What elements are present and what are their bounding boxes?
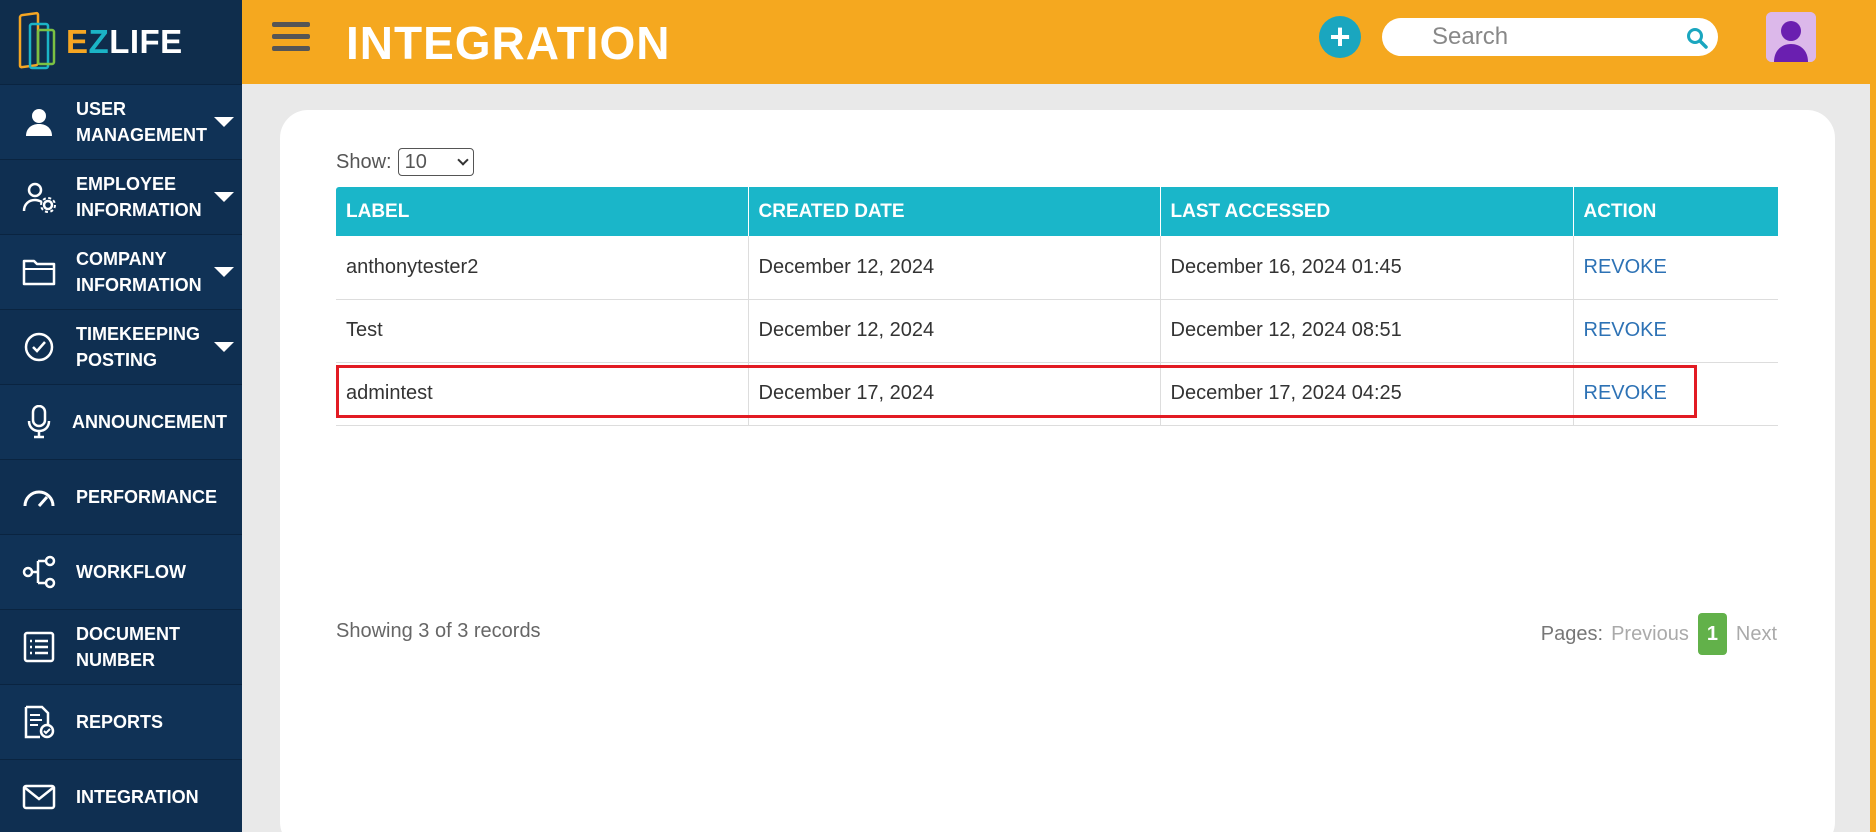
logo-mark-icon bbox=[16, 10, 60, 74]
cell-created-date: December 17, 2024 bbox=[748, 362, 1161, 426]
microphone-icon bbox=[19, 402, 59, 442]
column-header-action[interactable]: ACTION bbox=[1573, 187, 1778, 236]
chevron-down-icon[interactable] bbox=[214, 342, 234, 352]
cell-last-accessed: December 17, 2024 04:25 bbox=[1160, 362, 1574, 426]
sidebar-item-label: TIMEKEEPING POSTING bbox=[76, 324, 201, 370]
sidebar-item-label: ANNOUNCEMENT bbox=[72, 412, 227, 432]
report-icon bbox=[19, 702, 59, 742]
hamburger-menu-icon[interactable] bbox=[272, 22, 310, 56]
page-title: INTEGRATION bbox=[346, 17, 671, 69]
gauge-icon bbox=[19, 477, 59, 517]
integration-card: Show: 10 LABEL CREATED DATE LAST ACCESSE… bbox=[280, 110, 1835, 832]
table-row: Test December 12, 2024 December 12, 2024… bbox=[336, 299, 1778, 363]
search-box bbox=[1382, 18, 1718, 56]
pagination: Pages: Previous 1 Next bbox=[1541, 613, 1777, 655]
revoke-link[interactable]: REVOKE bbox=[1584, 256, 1667, 278]
folder-icon bbox=[19, 252, 59, 292]
avatar[interactable] bbox=[1766, 12, 1816, 62]
sidebar-item-document-number[interactable]: DOCUMENT NUMBER bbox=[0, 609, 242, 684]
cell-created-date: December 12, 2024 bbox=[748, 299, 1161, 363]
user-gear-icon bbox=[19, 177, 59, 217]
sidebar-item-timekeeping-posting[interactable]: TIMEKEEPING POSTING bbox=[0, 309, 242, 384]
next-page-button[interactable]: Next bbox=[1736, 623, 1777, 646]
user-icon bbox=[19, 102, 59, 142]
sidebar-item-company-information[interactable]: COMPANY INFORMATION bbox=[0, 234, 242, 309]
revoke-link[interactable]: REVOKE bbox=[1584, 382, 1667, 404]
previous-page-button[interactable]: Previous bbox=[1611, 623, 1689, 646]
chevron-down-icon[interactable] bbox=[214, 117, 234, 127]
sidebar-item-user-management[interactable]: USER MANAGEMENT bbox=[0, 84, 242, 159]
scrollbar[interactable] bbox=[1870, 84, 1876, 832]
search-icon[interactable] bbox=[1686, 27, 1708, 49]
column-header-label[interactable]: LABEL bbox=[336, 187, 749, 236]
page-size-select[interactable]: 10 bbox=[397, 148, 474, 176]
cell-label: Test bbox=[336, 299, 749, 363]
add-button[interactable]: + bbox=[1319, 16, 1361, 58]
sidebar-item-integration[interactable]: INTEGRATION bbox=[0, 759, 242, 832]
cell-last-accessed: December 16, 2024 01:45 bbox=[1160, 236, 1574, 300]
sidebar-item-reports[interactable]: REPORTS bbox=[0, 684, 242, 759]
chevron-down-icon[interactable] bbox=[214, 267, 234, 277]
sidebar-item-label: PERFORMANCE bbox=[76, 487, 218, 507]
app-logo[interactable]: EZLIFE bbox=[0, 0, 242, 84]
sidebar-item-performance[interactable]: PERFORMANCE bbox=[0, 459, 242, 534]
cell-last-accessed: December 12, 2024 08:51 bbox=[1160, 299, 1574, 363]
check-circle-icon bbox=[19, 327, 59, 367]
top-header: INTEGRATION + bbox=[242, 0, 1876, 84]
show-label: Show: bbox=[336, 150, 392, 173]
integration-table: LABEL CREATED DATE LAST ACCESSED ACTION … bbox=[336, 187, 1778, 426]
sidebar-item-label: COMPANY INFORMATION bbox=[76, 249, 202, 295]
table-row: anthonytester2 December 12, 2024 Decembe… bbox=[336, 236, 1778, 300]
column-header-created-date[interactable]: CREATED DATE bbox=[748, 187, 1161, 236]
search-input[interactable] bbox=[1382, 18, 1662, 56]
sidebar-item-employee-information[interactable]: EMPLOYEE INFORMATION bbox=[0, 159, 242, 234]
table-header-row: LABEL CREATED DATE LAST ACCESSED ACTION bbox=[336, 187, 1778, 236]
chevron-down-icon bbox=[456, 153, 469, 166]
sidebar-item-label: EMPLOYEE INFORMATION bbox=[76, 174, 202, 220]
workflow-icon bbox=[19, 552, 59, 592]
sidebar-item-workflow[interactable]: WORKFLOW bbox=[0, 534, 242, 609]
sidebar-item-label: DOCUMENT NUMBER bbox=[76, 624, 180, 670]
list-icon bbox=[19, 627, 59, 667]
revoke-link[interactable]: REVOKE bbox=[1584, 319, 1667, 341]
sidebar-item-label: INTEGRATION bbox=[76, 787, 199, 807]
sidebar: EZLIFE USER MANAGEMENT EMPLOYEE INFORMATIO… bbox=[0, 0, 242, 832]
envelope-icon bbox=[19, 777, 59, 817]
cell-action: REVOKE bbox=[1573, 299, 1778, 363]
page-size-value: 10 bbox=[404, 150, 427, 173]
sidebar-item-label: REPORTS bbox=[76, 712, 164, 732]
chevron-down-icon[interactable] bbox=[214, 192, 234, 202]
sidebar-item-label: USER MANAGEMENT bbox=[76, 99, 207, 145]
cell-action: REVOKE bbox=[1573, 236, 1778, 300]
column-header-last-accessed[interactable]: LAST ACCESSED bbox=[1160, 187, 1574, 236]
table-row: admintest December 17, 2024 December 17,… bbox=[336, 362, 1778, 426]
cell-label: anthonytester2 bbox=[336, 236, 749, 300]
records-count: Showing 3 of 3 records bbox=[336, 620, 541, 642]
cell-action: REVOKE bbox=[1573, 362, 1778, 426]
sidebar-item-announcement[interactable]: ANNOUNCEMENT bbox=[0, 384, 242, 459]
logo-text: EZLIFE bbox=[66, 23, 183, 60]
sidebar-item-label: WORKFLOW bbox=[76, 562, 186, 582]
pages-label: Pages: bbox=[1540, 622, 1604, 645]
page-size-control: Show: 10 bbox=[336, 148, 474, 176]
cell-created-date: December 12, 2024 bbox=[748, 236, 1161, 300]
cell-label: admintest bbox=[336, 362, 749, 426]
page-button-current[interactable]: 1 bbox=[1697, 613, 1727, 655]
